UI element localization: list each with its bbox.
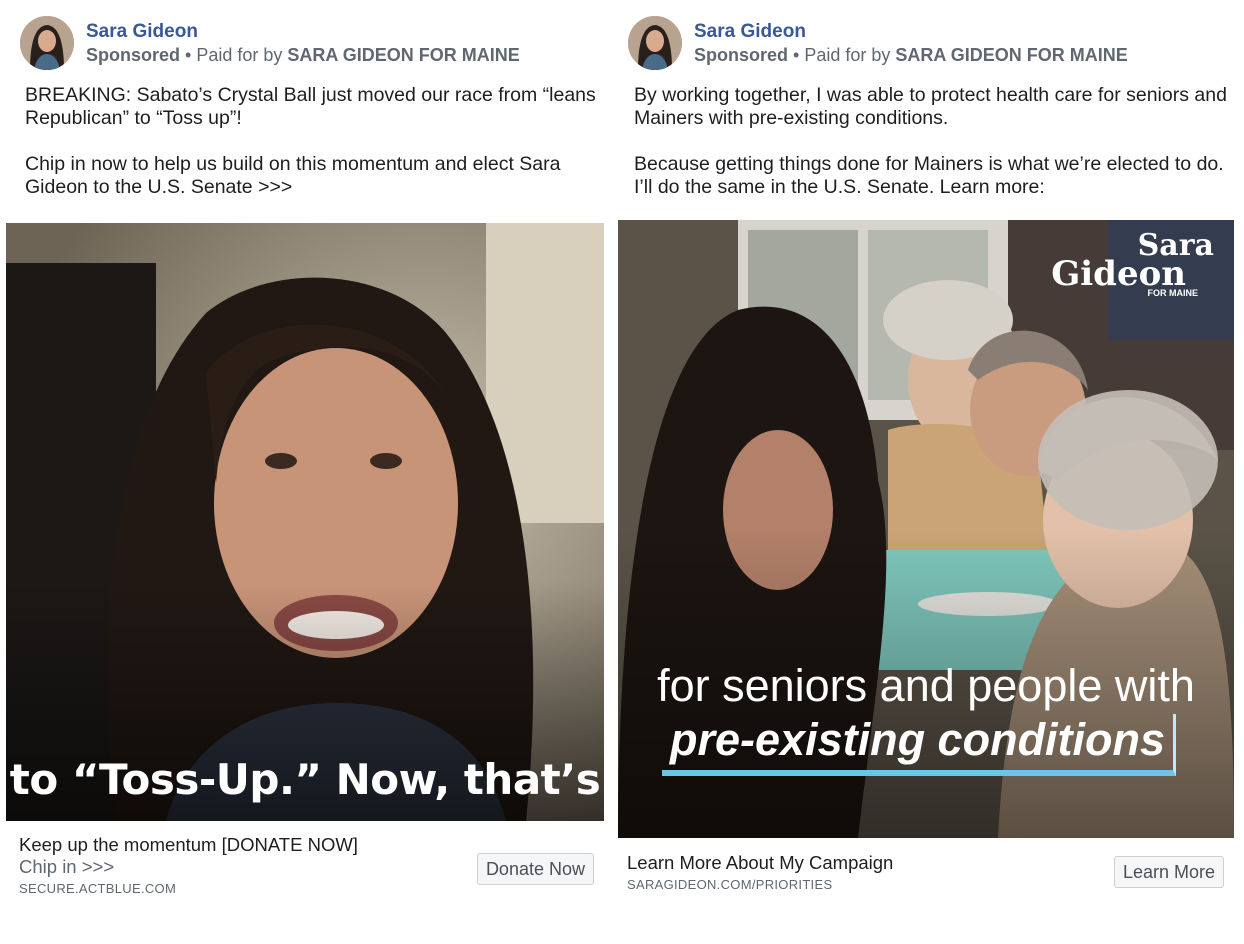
video-media[interactable]: Sara Gideon FOR MAINE for seniors and pe… [618,220,1234,838]
ad-card-right: Sara Gideon Sponsored • Paid for by SARA… [618,0,1234,892]
video-media[interactable]: to “Toss-Up.” Now, that’s [6,223,604,821]
sponsored-line: Sponsored • Paid for by SARA GIDEON FOR … [86,45,520,66]
page-avatar[interactable] [628,16,682,70]
link-title[interactable]: Keep up the momentum [DONATE NOW] [19,834,358,856]
page-avatar[interactable] [20,16,74,70]
ad-header: Sara Gideon Sponsored • Paid for by SARA… [618,0,1234,70]
learn-more-button[interactable]: Learn More [1113,856,1224,888]
separator-dot: • [185,45,192,65]
ad-body-paragraph: BREAKING: Sabato’s Crystal Ball just mov… [25,84,596,129]
sara-gideon-logo: Sara Gideon FOR MAINE [1051,231,1214,299]
video-caption: to “Toss-Up.” Now, that’s [9,755,601,804]
donate-now-button[interactable]: Donate Now [476,853,594,885]
link-text-block[interactable]: Keep up the momentum [DONATE NOW] Chip i… [19,834,358,896]
link-title[interactable]: Learn More About My Campaign [627,852,893,874]
separator-dot: • [793,45,800,65]
paid-for-prefix: Paid for by [804,45,891,65]
ad-body-text: By working together, I was able to prote… [618,84,1234,199]
paid-for-by[interactable]: SARA GIDEON FOR MAINE [287,45,519,65]
page-name-link[interactable]: Sara Gideon [694,21,806,43]
video-caption-line-1: for seniors and people with [657,660,1195,711]
brand-line-2: Gideon [1051,254,1186,294]
ad-body-paragraph: Chip in now to help us build on this mom… [25,153,561,198]
link-text-block[interactable]: Learn More About My Campaign SARAGIDEON.… [627,852,893,892]
sponsored-label[interactable]: Sponsored [694,45,788,65]
page-name-link[interactable]: Sara Gideon [86,21,198,43]
sponsored-label[interactable]: Sponsored [86,45,180,65]
ad-card-left: Sara Gideon Sponsored • Paid for by SARA… [6,0,604,896]
paid-for-prefix: Paid for by [196,45,283,65]
ad-body-paragraph: Because getting things done for Mainers … [634,153,1224,198]
link-domain[interactable]: SECURE.ACTBLUE.COM [19,881,358,896]
paid-for-by[interactable]: SARA GIDEON FOR MAINE [895,45,1127,65]
link-domain[interactable]: SARAGIDEON.COM/PRIORITIES [627,877,893,892]
link-description[interactable]: Chip in >>> [19,856,358,878]
ad-body-text: BREAKING: Sabato’s Crystal Ball just mov… [6,84,604,199]
ad-body-paragraph: By working together, I was able to prote… [634,84,1227,129]
video-frame-image [6,223,604,821]
video-caption-line-2: pre-existing conditions [662,714,1177,776]
ad-header: Sara Gideon Sponsored • Paid for by SARA… [6,0,604,70]
sponsored-line: Sponsored • Paid for by SARA GIDEON FOR … [694,45,1128,66]
